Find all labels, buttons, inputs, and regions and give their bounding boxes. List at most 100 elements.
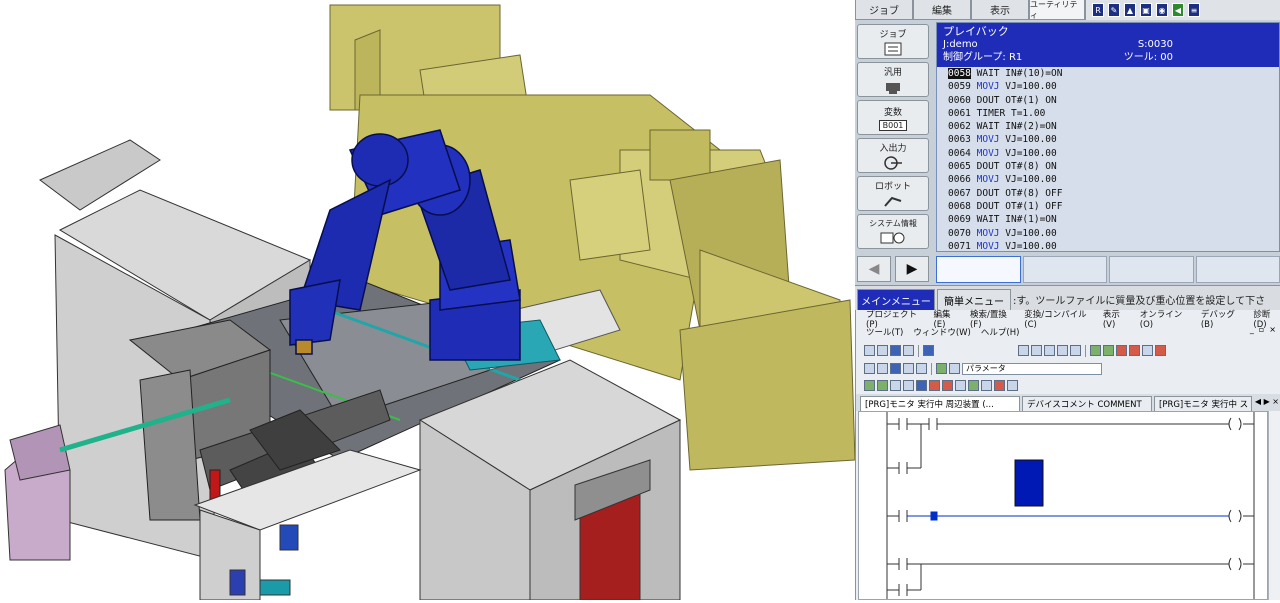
write-plc-icon[interactable] xyxy=(1090,345,1101,356)
program-line[interactable]: 0064 MOVJ VJ=100.00 xyxy=(948,147,1279,160)
instruction: DOUT xyxy=(977,201,1000,212)
menu-item[interactable]: オンライン(O) xyxy=(1140,308,1191,330)
instruction-args: VJ=100.00 xyxy=(1005,174,1056,185)
close-icon[interactable]: × xyxy=(1269,325,1276,334)
replace-icon[interactable] xyxy=(949,363,960,374)
rising-edge-icon[interactable] xyxy=(929,380,940,391)
menu-button-variable[interactable]: 変数 B001 xyxy=(857,100,929,135)
menu-item[interactable]: ウィンドウ(W) xyxy=(913,326,971,338)
program-line[interactable]: 0071 MOVJ VJ=100.00 xyxy=(948,240,1279,253)
cut-icon[interactable] xyxy=(1018,345,1029,356)
back-icon[interactable]: ◀ xyxy=(1172,3,1184,17)
tab-display[interactable]: 表示 xyxy=(971,0,1029,20)
signal-icon[interactable]: ▲ xyxy=(1124,3,1136,17)
search-icon[interactable] xyxy=(936,363,947,374)
ladder-diagram-canvas[interactable] xyxy=(858,411,1268,600)
edit-icon[interactable]: ✎ xyxy=(1108,3,1120,17)
menu-button-io[interactable]: 入出力 xyxy=(857,138,929,173)
coil-icon[interactable] xyxy=(903,380,914,391)
input-box[interactable] xyxy=(1196,256,1280,283)
function-icon[interactable] xyxy=(916,380,927,391)
diagnostics-icon[interactable] xyxy=(1155,345,1166,356)
program-line[interactable]: 0070 MOVJ VJ=100.00 xyxy=(948,227,1279,240)
line-number: 0064 xyxy=(948,148,971,159)
program-line[interactable]: 0059 MOVJ VJ=100.00 xyxy=(948,80,1279,93)
new-file-icon[interactable] xyxy=(864,345,875,356)
convert-icon[interactable] xyxy=(1007,380,1018,391)
program-line[interactable]: 0065 DOUT OT#(8) ON xyxy=(948,160,1279,173)
invert-icon[interactable] xyxy=(994,380,1005,391)
tab-utility[interactable]: ユーティリティ xyxy=(1029,0,1085,20)
program-line[interactable]: 0068 DOUT OT#(1) OFF xyxy=(948,200,1279,213)
program-line[interactable]: 0067 DOUT OT#(8) OFF xyxy=(948,187,1279,200)
read-plc-icon[interactable] xyxy=(1103,345,1114,356)
save-icon[interactable] xyxy=(890,345,901,356)
undo-icon[interactable] xyxy=(1057,345,1068,356)
lock-icon[interactable]: ▣ xyxy=(1140,3,1152,17)
program-line[interactable]: 0063 MOVJ VJ=100.00 xyxy=(948,133,1279,146)
simulation-3d-view[interactable] xyxy=(0,0,855,600)
paste-icon[interactable] xyxy=(1044,345,1055,356)
previous-button[interactable]: ◀ xyxy=(857,256,891,282)
falling-edge-icon[interactable] xyxy=(942,380,953,391)
input-box[interactable] xyxy=(1109,256,1194,283)
input-box[interactable] xyxy=(1023,256,1108,283)
program-lines[interactable]: 0058 WAIT IN#(10)=ON0059 MOVJ VJ=100.000… xyxy=(937,67,1279,253)
help-icon[interactable] xyxy=(923,345,934,356)
line-number: 0063 xyxy=(948,134,971,145)
program-line[interactable]: 0066 MOVJ VJ=100.00 xyxy=(948,173,1279,186)
tab-edit[interactable]: 編集 xyxy=(913,0,971,20)
menu-item[interactable]: ツール(T) xyxy=(866,326,903,338)
device-icon[interactable] xyxy=(916,363,927,374)
program-line[interactable]: 0060 DOUT OT#(1) ON xyxy=(948,94,1279,107)
menu-button-general[interactable]: 汎用 xyxy=(857,62,929,97)
input-box[interactable] xyxy=(936,256,1021,283)
tab-job[interactable]: ジョブ xyxy=(855,0,913,20)
contact-nc-icon[interactable] xyxy=(877,380,888,391)
menu-button-robot[interactable]: ロボット xyxy=(857,176,929,211)
list-icon[interactable] xyxy=(877,363,888,374)
playback-mode: プレイバック xyxy=(943,25,1273,38)
menu-icon[interactable]: ≡ xyxy=(1188,3,1200,17)
minimize-icon[interactable]: _ xyxy=(1250,325,1254,334)
program-line[interactable]: 0058 WAIT IN#(10)=ON xyxy=(948,67,1279,80)
line-icon[interactable] xyxy=(955,380,966,391)
restore-icon[interactable]: ▫ xyxy=(1259,325,1264,334)
project-icon[interactable] xyxy=(890,363,901,374)
menu-button-job[interactable]: ジョブ xyxy=(857,24,929,59)
next-button[interactable]: ▶ xyxy=(895,256,929,282)
stop-monitor-icon[interactable] xyxy=(1142,345,1153,356)
delete-line-icon[interactable] xyxy=(981,380,992,391)
tab-stocker-monitor[interactable]: [PRG]モニタ 実行中 ストッカー(… xyxy=(1154,396,1252,411)
verify-icon[interactable] xyxy=(1116,345,1127,356)
instruction: MOVJ xyxy=(977,228,1000,239)
program-line[interactable]: 0061 TIMER T=1.00 xyxy=(948,107,1279,120)
contact-no-icon[interactable] xyxy=(864,380,875,391)
parallel-icon[interactable] xyxy=(890,380,901,391)
parameter-field[interactable]: パラメータ xyxy=(962,363,1102,375)
camera-icon[interactable]: ◉ xyxy=(1156,3,1168,17)
copy-icon[interactable] xyxy=(1031,345,1042,356)
robot-icon[interactable]: R xyxy=(1092,3,1104,17)
redo-icon[interactable] xyxy=(1070,345,1081,356)
menu-item[interactable]: ヘルプ(H) xyxy=(981,326,1020,338)
program-line[interactable]: 0069 WAIT IN#(1)=ON xyxy=(948,213,1279,226)
menu-item[interactable]: 変換/コンパイル(C) xyxy=(1024,308,1093,330)
system-info-icon xyxy=(880,231,906,245)
ladder-icon[interactable] xyxy=(864,363,875,374)
vertical-line-icon[interactable] xyxy=(968,380,979,391)
program-line[interactable]: 0062 WAIT IN#(2)=ON xyxy=(948,120,1279,133)
grid-icon[interactable] xyxy=(903,363,914,374)
menu-button-system-info[interactable]: システム情報 xyxy=(857,214,929,249)
menu-item[interactable]: 表示(V) xyxy=(1103,308,1130,330)
menu-item[interactable]: デバッグ(B) xyxy=(1201,308,1244,330)
tab-device-comment[interactable]: デバイスコメント COMMENT xyxy=(1022,396,1152,411)
open-icon[interactable] xyxy=(877,345,888,356)
monitor-icon[interactable] xyxy=(1129,345,1140,356)
instruction: TIMER xyxy=(977,108,1006,119)
tab-peripheral-monitor[interactable]: [PRG]モニタ 実行中 周辺装置 (... xyxy=(860,396,1020,411)
print-icon[interactable] xyxy=(903,345,914,356)
toolbar-row xyxy=(856,342,1280,359)
vertical-scrollbar[interactable] xyxy=(1268,411,1280,600)
tab-scroll-arrows[interactable]: ◀ ▶ × xyxy=(1255,397,1279,406)
